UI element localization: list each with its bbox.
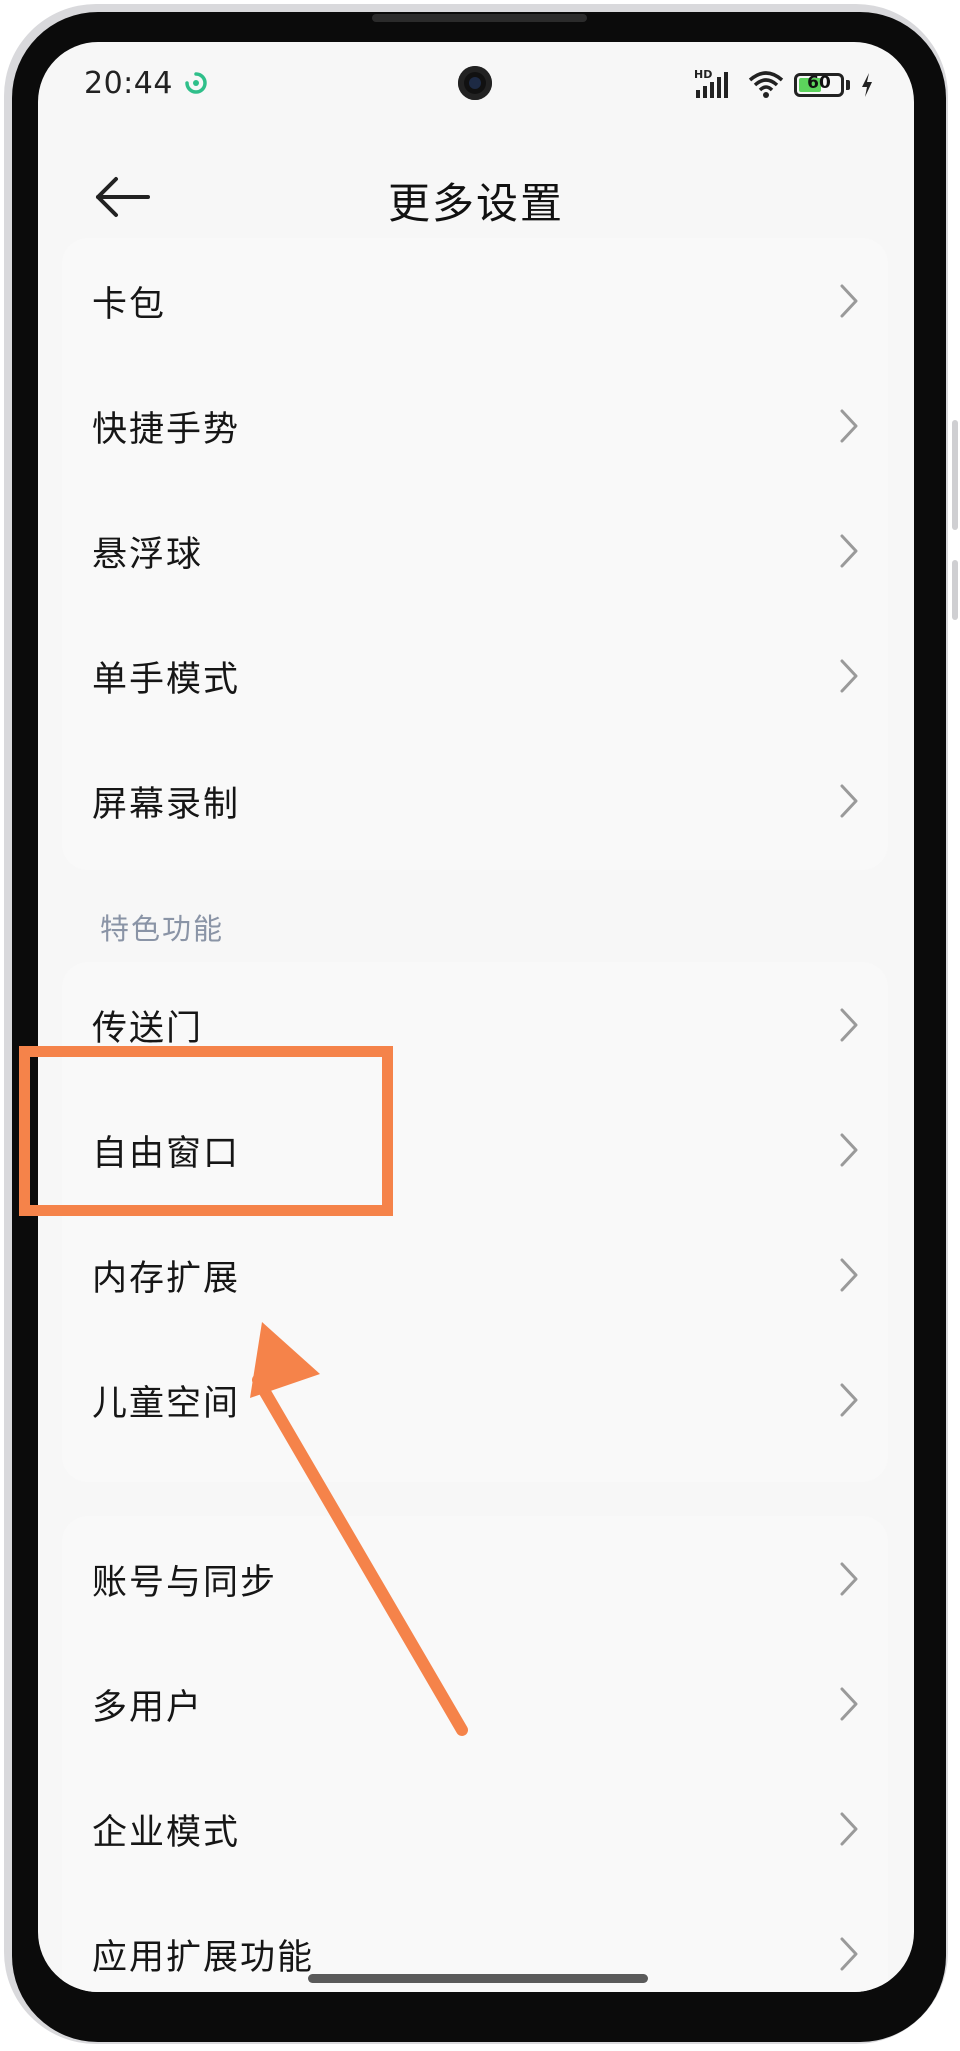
chevron-right-icon — [840, 1562, 858, 1596]
chevron-right-icon — [840, 1937, 858, 1971]
battery-icon: 60 — [794, 73, 844, 97]
page-title: 更多设置 — [387, 179, 564, 228]
cellular-signal-icon: HD — [694, 68, 738, 100]
chevron-right-icon — [840, 409, 858, 443]
status-icons: HD 60 — [694, 68, 874, 100]
chevron-right-icon — [840, 1383, 858, 1417]
chevron-right-icon — [840, 534, 858, 568]
annotation-highlight-box — [19, 1046, 393, 1216]
home-indicator[interactable] — [308, 1974, 648, 1983]
settings-row-label: 卡包 — [92, 285, 167, 325]
settings-row-screen-recording[interactable]: 屏幕录制 — [62, 738, 888, 863]
battery-level-text: 60 — [807, 73, 831, 93]
charging-bolt-icon — [862, 73, 872, 97]
settings-group-general: 卡包 快捷手势 悬浮球 单手模式 屏幕录制 — [62, 238, 888, 870]
front-camera — [458, 66, 492, 100]
page: 20:44 HD 60 更多设置 卡包 快捷手势 悬浮球 单手模式 屏幕录制 特… — [0, 0, 960, 2051]
battery-tip — [846, 80, 850, 90]
earpiece-speaker — [372, 14, 587, 22]
settings-row-label: 屏幕录制 — [92, 785, 241, 825]
settings-row-label: 企业模式 — [92, 1813, 241, 1853]
settings-row-label: 悬浮球 — [92, 535, 204, 575]
settings-row-label: 应用扩展功能 — [92, 1938, 315, 1978]
chevron-right-icon — [840, 659, 858, 693]
settings-row-enterprise-mode[interactable]: 企业模式 — [62, 1766, 888, 1891]
settings-row-label: 快捷手势 — [92, 410, 241, 450]
settings-row-one-handed-mode[interactable]: 单手模式 — [62, 613, 888, 738]
settings-row-label: 多用户 — [92, 1688, 204, 1728]
chevron-right-icon — [840, 1687, 858, 1721]
settings-row-gestures[interactable]: 快捷手势 — [62, 363, 888, 488]
chevron-right-icon — [840, 284, 858, 318]
chevron-right-icon — [840, 784, 858, 818]
section-header-featured: 特色功能 — [100, 912, 225, 946]
side-button-volume — [952, 420, 958, 530]
side-button-power — [952, 560, 958, 620]
status-bar: 20:44 HD 60 — [38, 42, 914, 132]
chevron-right-icon — [840, 1812, 858, 1846]
chevron-right-icon — [840, 1133, 858, 1167]
page-header: 更多设置 — [38, 142, 914, 252]
settings-row-card-wallet[interactable]: 卡包 — [62, 238, 888, 363]
app-notification-icon — [185, 72, 207, 94]
status-time: 20:44 — [84, 66, 173, 101]
settings-row-label: 传送门 — [92, 1009, 204, 1049]
chevron-right-icon — [840, 1258, 858, 1292]
annotation-arrow-icon — [250, 1322, 468, 1736]
wifi-icon — [748, 71, 784, 98]
settings-row-label: 单手模式 — [92, 660, 241, 700]
chevron-right-icon — [840, 1008, 858, 1042]
settings-row-floating-ball[interactable]: 悬浮球 — [62, 488, 888, 613]
